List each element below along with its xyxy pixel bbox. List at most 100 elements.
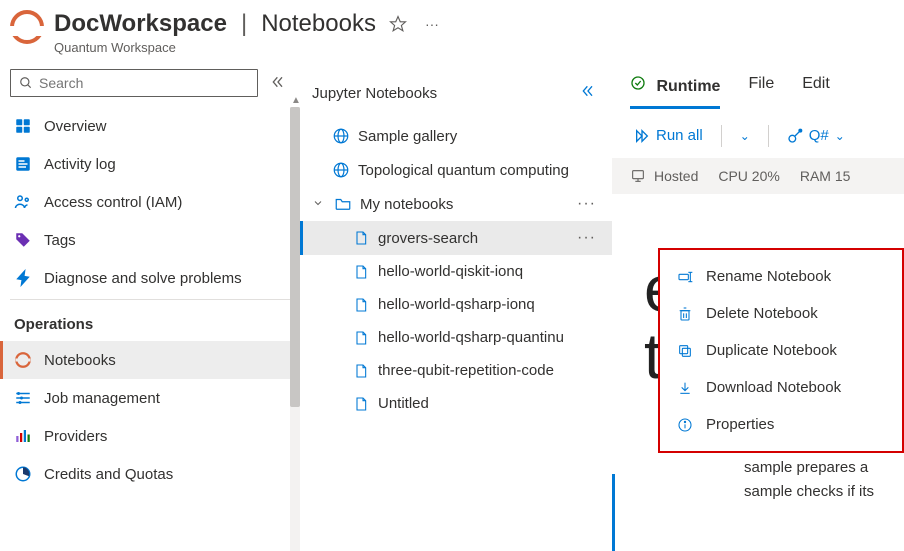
providers-icon bbox=[14, 427, 32, 445]
tab-file[interactable]: File bbox=[748, 75, 774, 109]
toolbar-separator bbox=[721, 125, 722, 147]
tab-edit[interactable]: Edit bbox=[802, 75, 830, 109]
access-control-icon bbox=[14, 193, 32, 211]
file-more-button[interactable]: ··· bbox=[573, 229, 600, 247]
chevron-down-icon: ⌄ bbox=[835, 129, 845, 143]
search-icon bbox=[19, 76, 33, 90]
sidebar-item-label: Diagnose and solve problems bbox=[44, 270, 242, 287]
sidebar-item-label: Providers bbox=[44, 428, 107, 445]
tree-file-label: hello-world-qiskit-ionq bbox=[378, 263, 600, 280]
tree-folder-label: My notebooks bbox=[360, 196, 565, 213]
ctx-delete-notebook[interactable]: Delete Notebook bbox=[660, 295, 902, 332]
file-icon bbox=[352, 330, 370, 346]
left-sidebar: ▲ Overview Activity log Access control (… bbox=[0, 61, 300, 551]
tree-file-label: grovers-search bbox=[378, 230, 565, 247]
sidebar-item-label: Access control (IAM) bbox=[44, 194, 182, 211]
ctx-rename-notebook[interactable]: Rename Notebook bbox=[660, 258, 902, 295]
nav-divider bbox=[10, 299, 290, 300]
sidebar-item-job-management[interactable]: Job management bbox=[0, 379, 300, 417]
file-browser-panel: Jupyter Notebooks Sample gallery Topolog… bbox=[300, 61, 612, 551]
folder-icon bbox=[334, 195, 352, 213]
sidebar-item-notebooks[interactable]: Notebooks bbox=[0, 341, 300, 379]
favorite-button[interactable] bbox=[386, 12, 410, 36]
tree-file[interactable]: three-qubit-repetition-code bbox=[300, 354, 612, 387]
file-icon bbox=[352, 264, 370, 280]
search-input[interactable] bbox=[39, 75, 249, 91]
delete-icon bbox=[676, 306, 694, 322]
sidebar-item-credits-quotas[interactable]: Credits and Quotas bbox=[0, 455, 300, 493]
tab-runtime[interactable]: Runtime bbox=[630, 75, 720, 109]
file-icon bbox=[352, 230, 370, 246]
tree-file-label: hello-world-qsharp-ionq bbox=[378, 296, 600, 313]
editor-tabs: Runtime File Edit bbox=[612, 61, 904, 109]
cell-active-indicator bbox=[612, 474, 615, 551]
tree-item-sample-gallery[interactable]: Sample gallery bbox=[300, 119, 612, 153]
more-actions-button[interactable]: ··· bbox=[420, 12, 444, 36]
tree-file-grovers-search[interactable]: grovers-search ··· bbox=[300, 221, 612, 255]
duplicate-icon bbox=[676, 343, 694, 359]
sidebar-item-label: Activity log bbox=[44, 156, 116, 173]
sidebar-scrollbar-thumb[interactable] bbox=[290, 107, 300, 407]
file-icon bbox=[352, 396, 370, 412]
tab-label: Runtime bbox=[656, 78, 720, 95]
sidebar-item-label: Job management bbox=[44, 390, 160, 407]
search-input-wrapper[interactable] bbox=[10, 69, 258, 97]
file-context-menu: Rename Notebook Delete Notebook Duplicat… bbox=[658, 248, 904, 453]
jobs-icon bbox=[14, 389, 32, 407]
activity-log-icon bbox=[14, 155, 32, 173]
sidebar-item-tags[interactable]: Tags bbox=[0, 221, 300, 259]
tree-file[interactable]: Untitled bbox=[300, 387, 612, 420]
body-frag: sample checks if its bbox=[744, 480, 904, 504]
diagnose-icon bbox=[14, 269, 32, 287]
scroll-up-arrow[interactable]: ▲ bbox=[291, 95, 299, 106]
chevron-down-icon: ⌄ bbox=[740, 129, 750, 143]
compute-icon bbox=[630, 168, 646, 184]
ctx-properties[interactable]: Properties bbox=[660, 406, 902, 443]
sidebar-item-providers[interactable]: Providers bbox=[0, 417, 300, 455]
workspace-title: DocWorkspace bbox=[54, 10, 227, 38]
sidebar-item-label: Notebooks bbox=[44, 352, 116, 369]
ctx-label: Properties bbox=[706, 416, 774, 433]
folder-more-button[interactable]: ··· bbox=[573, 195, 600, 213]
workspace-subtitle: Quantum Workspace bbox=[54, 40, 888, 55]
collapse-sidebar-button[interactable] bbox=[266, 70, 290, 97]
sidebar-item-access-control[interactable]: Access control (IAM) bbox=[0, 183, 300, 221]
sidebar-item-activity-log[interactable]: Activity log bbox=[0, 145, 300, 183]
file-browser-header: Jupyter Notebooks bbox=[300, 61, 612, 119]
run-all-dropdown[interactable]: ⌄ bbox=[736, 125, 754, 147]
overview-icon bbox=[14, 117, 32, 135]
sidebar-item-diagnose[interactable]: Diagnose and solve problems bbox=[0, 259, 300, 297]
sidebar-item-label: Overview bbox=[44, 118, 107, 135]
info-icon bbox=[676, 417, 694, 433]
download-icon bbox=[676, 380, 694, 396]
ctx-download-notebook[interactable]: Download Notebook bbox=[660, 369, 902, 406]
tree-file-label: three-qubit-repetition-code bbox=[378, 362, 600, 379]
tree-item-topological[interactable]: Topological quantum computing bbox=[300, 153, 612, 187]
sidebar-item-label: Tags bbox=[44, 232, 76, 249]
sidebar-item-overview[interactable]: Overview bbox=[0, 107, 300, 145]
status-ram: RAM 15 bbox=[800, 168, 851, 184]
run-all-icon bbox=[634, 128, 650, 144]
compute-status-bar: Hosted CPU 20% RAM 15 bbox=[612, 158, 904, 194]
tree-item-label: Topological quantum computing bbox=[358, 162, 600, 179]
credits-icon bbox=[14, 465, 32, 483]
tree-file[interactable]: hello-world-qiskit-ionq bbox=[300, 255, 612, 288]
run-all-button[interactable]: Run all bbox=[630, 123, 707, 148]
body-frag: sample prepares a bbox=[744, 456, 904, 480]
chevron-down-icon bbox=[312, 196, 326, 213]
tree-file-label: hello-world-qsharp-quantinu bbox=[378, 329, 600, 346]
title-separator: | bbox=[241, 10, 247, 38]
tree-folder-my-notebooks[interactable]: My notebooks ··· bbox=[300, 187, 612, 221]
tree-file[interactable]: hello-world-qsharp-quantinu bbox=[300, 321, 612, 354]
ctx-label: Rename Notebook bbox=[706, 268, 831, 285]
ctx-duplicate-notebook[interactable]: Duplicate Notebook bbox=[660, 332, 902, 369]
tree-file[interactable]: hello-world-qsharp-ionq bbox=[300, 288, 612, 321]
tab-label: Edit bbox=[802, 75, 830, 92]
chevron-double-left-icon bbox=[580, 83, 596, 99]
kernel-selector[interactable]: Q# ⌄ bbox=[783, 123, 849, 148]
file-browser-title: Jupyter Notebooks bbox=[312, 85, 437, 102]
collapse-file-browser-button[interactable] bbox=[576, 79, 600, 107]
globe-icon bbox=[332, 161, 350, 179]
check-circle-icon bbox=[630, 78, 646, 95]
toolbar-separator bbox=[768, 125, 769, 147]
